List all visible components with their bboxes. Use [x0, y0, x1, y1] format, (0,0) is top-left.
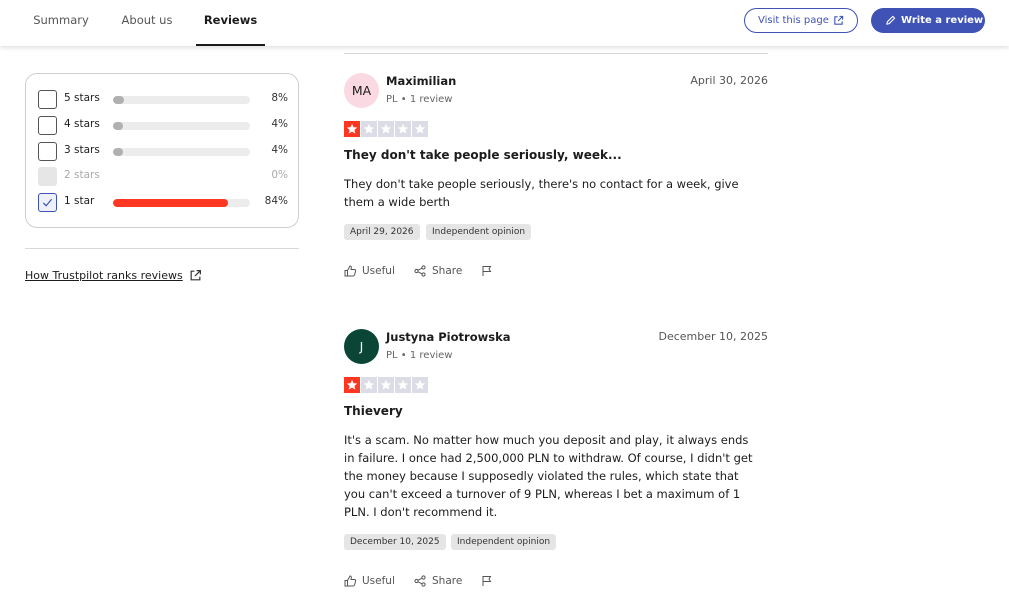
flag-icon	[482, 576, 492, 586]
pencil-icon	[886, 15, 896, 25]
share-label: Share	[432, 575, 463, 587]
useful-label: Useful	[362, 575, 395, 587]
star-icon	[344, 377, 360, 393]
thumbs-up-icon	[344, 265, 357, 277]
divider	[344, 53, 768, 54]
reviewer-name[interactable]: Maximilian	[386, 74, 456, 88]
filter-label: 2 stars	[64, 169, 100, 181]
filter-row-4-stars[interactable]: 4 stars 4%	[38, 116, 288, 136]
independent-opinion-badge: Independent opinion	[426, 224, 532, 240]
top-nav: Summary About us Reviews Visit this page…	[0, 0, 1009, 46]
checkbox[interactable]	[38, 193, 57, 212]
review-card: J Justyna Piotrowska PL • 1 review Decem…	[344, 329, 768, 594]
reviewer-name[interactable]: Justyna Piotrowska	[386, 330, 510, 344]
share-label: Share	[432, 265, 463, 277]
reviewer-meta: PL • 1 review	[386, 94, 453, 105]
filter-label: 4 stars	[64, 118, 100, 130]
filter-percent: 0%	[271, 169, 288, 181]
filter-percent: 84%	[264, 195, 288, 207]
useful-label: Useful	[362, 265, 395, 277]
filter-label: 5 stars	[64, 92, 100, 104]
rating-bar-fill	[113, 122, 123, 130]
rating-bar	[113, 199, 250, 207]
active-tab-indicator	[196, 44, 265, 46]
checkbox[interactable]	[38, 142, 57, 161]
rating-filter-panel: 5 stars 8% 4 stars 4% 3 stars 4% 2 stars…	[25, 73, 299, 228]
review-body: It's a scam. No matter how much you depo…	[344, 433, 753, 519]
filter-percent: 8%	[271, 92, 288, 104]
filter-row-2-stars: 2 stars 0%	[38, 167, 288, 187]
rating-bar-fill	[113, 199, 229, 207]
review-title[interactable]: Thievery	[344, 404, 403, 418]
star-icon	[412, 121, 428, 137]
star-icon	[361, 121, 377, 137]
checkbox[interactable]	[38, 90, 57, 109]
tab-about-us[interactable]: About us	[115, 0, 179, 46]
rating-bar	[113, 148, 250, 156]
avatar[interactable]: J	[344, 329, 379, 364]
avatar-initials: J	[359, 339, 364, 354]
review-card: MA Maximilian PL • 1 review April 30, 20…	[344, 73, 768, 283]
rating-bar-fill	[113, 148, 123, 156]
review-body: They don't take people seriously, there'…	[344, 177, 739, 209]
checkbox[interactable]	[38, 116, 57, 135]
experience-date-tag: December 10, 2025	[344, 534, 446, 550]
share-icon	[414, 265, 426, 277]
avatar[interactable]: MA	[344, 73, 379, 108]
review-date: December 10, 2025	[658, 330, 768, 343]
filter-percent: 4%	[271, 118, 288, 130]
filter-row-5-stars[interactable]: 5 stars 8%	[38, 90, 288, 110]
filter-percent: 4%	[271, 144, 288, 156]
star-icon	[395, 377, 411, 393]
rating-bar-fill	[113, 96, 124, 104]
filter-label: 1 star	[64, 195, 95, 207]
tab-summary[interactable]: Summary	[30, 0, 92, 46]
external-link-icon[interactable]	[189, 269, 202, 282]
thumbs-up-icon	[344, 575, 357, 587]
star-icon	[361, 377, 377, 393]
write-review-button[interactable]: Write a review	[871, 8, 985, 33]
star-icon	[412, 377, 428, 393]
flag-icon	[482, 266, 492, 276]
share-icon	[414, 575, 426, 587]
star-icon	[378, 377, 394, 393]
tab-label: Summary	[33, 13, 89, 27]
reviewer-meta: PL • 1 review	[386, 350, 453, 361]
checkmark-icon	[42, 198, 53, 207]
visit-page-label: Visit this page	[758, 15, 829, 26]
checkbox	[38, 167, 57, 186]
tab-label: Reviews	[203, 13, 258, 27]
tab-label: About us	[121, 13, 173, 27]
how-trustpilot-ranks-link[interactable]: How Trustpilot ranks reviews	[25, 269, 183, 282]
rating-bar	[113, 122, 250, 130]
filter-row-1-star[interactable]: 1 star 84%	[38, 193, 288, 213]
independent-opinion-badge: Independent opinion	[451, 534, 557, 550]
avatar-initials: MA	[351, 83, 372, 98]
star-icon	[344, 121, 360, 137]
star-icon	[395, 121, 411, 137]
tab-reviews[interactable]: Reviews	[196, 0, 265, 46]
divider	[25, 248, 299, 249]
visit-page-button[interactable]: Visit this page	[744, 8, 858, 33]
review-date: April 30, 2026	[690, 74, 768, 87]
star-icon	[378, 121, 394, 137]
filter-row-3-stars[interactable]: 3 stars 4%	[38, 142, 288, 162]
external-link-icon	[834, 15, 844, 25]
review-title[interactable]: They don't take people seriously, week..…	[344, 148, 622, 162]
filter-label: 3 stars	[64, 144, 100, 156]
experience-date-tag: April 29, 2026	[344, 224, 420, 240]
write-review-label: Write a review	[901, 15, 984, 26]
rating-bar	[113, 96, 250, 104]
